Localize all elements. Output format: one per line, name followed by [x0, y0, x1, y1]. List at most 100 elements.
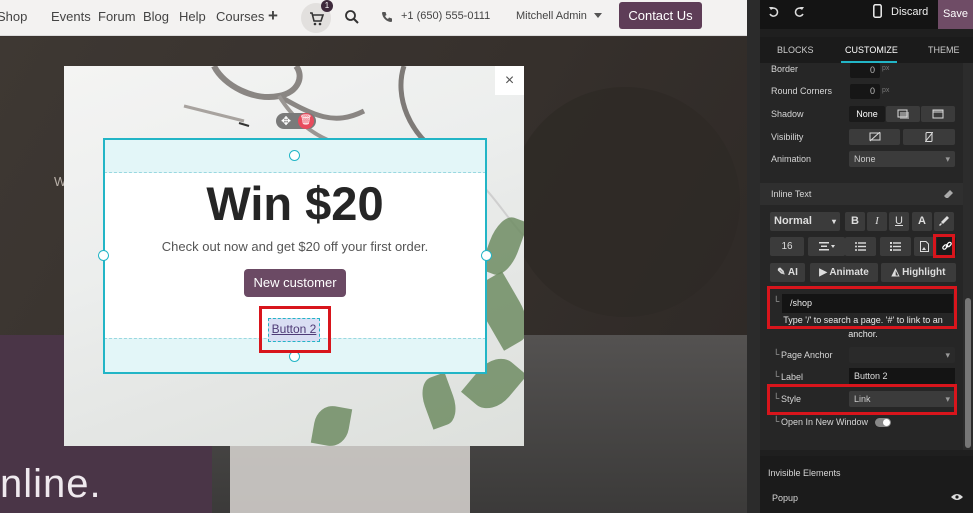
- cart-count-badge: 1: [321, 0, 333, 12]
- open-new-window-toggle[interactable]: [875, 418, 891, 427]
- tab-customize[interactable]: CUSTOMIZE: [845, 45, 898, 55]
- visibility-label: Visibility: [771, 132, 804, 142]
- close-icon[interactable]: ×: [495, 66, 524, 95]
- highlight-icon: ◭: [891, 267, 900, 278]
- resize-handle-top[interactable]: [289, 150, 300, 161]
- undo-icon[interactable]: [768, 6, 780, 18]
- page-anchor-sub-marker: └: [773, 349, 780, 359]
- shadow-inset-option[interactable]: [921, 106, 955, 122]
- nav-link-courses[interactable]: Courses: [216, 9, 264, 24]
- mobile-hidden-icon: [924, 131, 934, 143]
- align-center-icon: [818, 242, 835, 251]
- panel-tabs: BLOCKS CUSTOMIZE THEME: [760, 37, 973, 63]
- font-color-icon[interactable]: A: [912, 212, 932, 231]
- align-select[interactable]: [808, 237, 845, 256]
- animate-button[interactable]: ▶ Animate: [810, 263, 878, 282]
- label-field-label: Label: [781, 372, 804, 382]
- phone-icon: [382, 12, 392, 22]
- nav-link-events[interactable]: Events: [51, 9, 91, 24]
- image-button[interactable]: [914, 237, 935, 256]
- mobile-preview-icon[interactable]: [873, 4, 882, 18]
- new-window-sub-marker: └: [773, 416, 780, 426]
- highlight-box-link-button: [933, 234, 955, 258]
- shadow-label: Shadow: [771, 109, 804, 119]
- label-sub-marker: └: [773, 371, 780, 381]
- border-unit: px: [882, 65, 890, 72]
- bullet-list-button[interactable]: [845, 237, 876, 256]
- chevron-down-icon: [594, 13, 602, 18]
- nav-link-forum[interactable]: Forum: [98, 9, 136, 24]
- invisible-elements-section: Invisible Elements Popup: [760, 456, 973, 513]
- ai-button[interactable]: ✎ AI: [770, 263, 805, 282]
- page-anchor-label: Page Anchor: [781, 350, 833, 360]
- text-format-select[interactable]: Normal ▾: [770, 212, 840, 231]
- page-anchor-select[interactable]: [849, 347, 955, 363]
- hide-on-mobile-option[interactable]: [903, 129, 955, 145]
- round-corners-label: Round Corners: [771, 86, 833, 96]
- trash-icon[interactable]: 🗑: [298, 113, 314, 129]
- popup-title[interactable]: Win $20: [104, 176, 486, 231]
- save-button[interactable]: Save: [938, 0, 973, 29]
- magic-wand-icon: ✎: [777, 267, 786, 278]
- border-width-input[interactable]: 0: [850, 63, 880, 78]
- highlight-button[interactable]: ◭ Highlight: [881, 263, 956, 282]
- inline-text-title: Inline Text: [771, 189, 812, 199]
- nav-link-help[interactable]: Help: [179, 9, 206, 24]
- search-icon[interactable]: [344, 9, 360, 25]
- image-file-icon: [920, 241, 929, 252]
- shadow-inset-icon: [932, 109, 944, 119]
- eye-icon[interactable]: [951, 493, 963, 501]
- contact-us-button[interactable]: Contact Us: [619, 2, 702, 29]
- round-corners-input[interactable]: 0: [850, 84, 880, 99]
- highlight-label: Highlight: [902, 267, 946, 278]
- shadow-outset-icon: [897, 109, 909, 119]
- highlight-box-style-select: [767, 384, 957, 415]
- shadow-none-option[interactable]: None: [849, 106, 885, 122]
- animate-label: Animate: [829, 267, 869, 278]
- desktop-hidden-icon: [869, 131, 880, 142]
- underline-button[interactable]: U: [889, 212, 909, 231]
- popup-subtitle[interactable]: Check out now and get $20 off your first…: [104, 239, 486, 254]
- tab-theme[interactable]: THEME: [928, 45, 960, 55]
- paintbrush-icon: [939, 216, 949, 226]
- font-size-input[interactable]: 16: [770, 237, 804, 256]
- highlight-box-button2: [259, 306, 331, 353]
- banner-heading: nline.: [0, 462, 102, 506]
- bullet-list-icon: [855, 242, 866, 251]
- editor-topbar: Discard Save: [760, 0, 973, 29]
- phone-number[interactable]: +1 (650) 555-0111: [401, 10, 490, 22]
- open-new-window-label: Open In New Window: [781, 417, 869, 427]
- discard-button[interactable]: Discard: [891, 6, 928, 18]
- numbered-list-button[interactable]: [880, 237, 911, 256]
- add-menu-item-icon[interactable]: +: [268, 6, 278, 26]
- numbered-list-icon: [890, 242, 901, 251]
- hero-decor-circle: [510, 87, 740, 317]
- animation-label: Animation: [771, 154, 812, 164]
- popup-item-label[interactable]: Popup: [772, 493, 798, 503]
- inline-text-section-header: Inline Text: [760, 183, 963, 205]
- eraser-icon[interactable]: [943, 189, 954, 199]
- highlight-box-url-field: [767, 286, 957, 329]
- hide-on-desktop-option[interactable]: [849, 129, 900, 145]
- nav-link-shop[interactable]: Shop: [0, 9, 27, 24]
- user-menu[interactable]: Mitchell Admin: [516, 10, 587, 22]
- bold-button[interactable]: B: [845, 212, 865, 231]
- new-customer-button[interactable]: New customer: [244, 269, 346, 297]
- border-label: Border: [771, 64, 799, 74]
- italic-button[interactable]: I: [867, 212, 887, 231]
- move-icon[interactable]: ✥: [279, 113, 293, 129]
- ai-label: AI: [787, 267, 798, 278]
- round-corners-unit: px: [882, 87, 890, 94]
- invisible-elements-title: Invisible Elements: [768, 468, 841, 478]
- animation-select[interactable]: None: [849, 151, 955, 167]
- label-input[interactable]: Button 2: [849, 368, 955, 384]
- format-chevron-icon: ▾: [831, 217, 836, 226]
- tab-blocks[interactable]: BLOCKS: [777, 45, 814, 55]
- nav-link-blog[interactable]: Blog: [143, 9, 169, 24]
- text-format-value: Normal: [774, 215, 812, 227]
- page-scroll-gutter: [747, 0, 760, 513]
- background-color-icon[interactable]: [934, 212, 954, 231]
- redo-icon[interactable]: [793, 6, 805, 18]
- panel-scroll-thumb[interactable]: [965, 298, 971, 448]
- shadow-outset-option[interactable]: [886, 106, 920, 122]
